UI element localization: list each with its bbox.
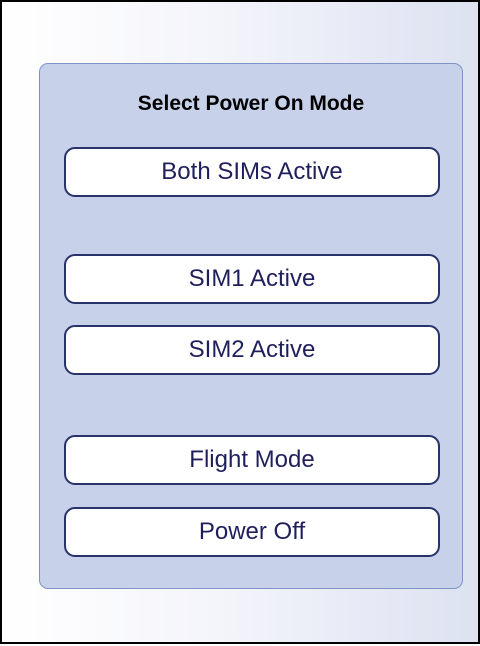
flight-mode-button[interactable]: Flight Mode	[64, 435, 440, 485]
phone-screen: Select Power On Mode Both SIMs Active SI…	[0, 0, 480, 644]
sim2-active-button[interactable]: SIM2 Active	[64, 325, 440, 375]
power-on-mode-dialog: Select Power On Mode Both SIMs Active SI…	[39, 63, 463, 589]
sim1-active-button[interactable]: SIM1 Active	[64, 254, 440, 304]
both-sims-active-button[interactable]: Both SIMs Active	[64, 147, 440, 197]
power-off-button[interactable]: Power Off	[64, 507, 440, 557]
dialog-title: Select Power On Mode	[137, 92, 365, 115]
